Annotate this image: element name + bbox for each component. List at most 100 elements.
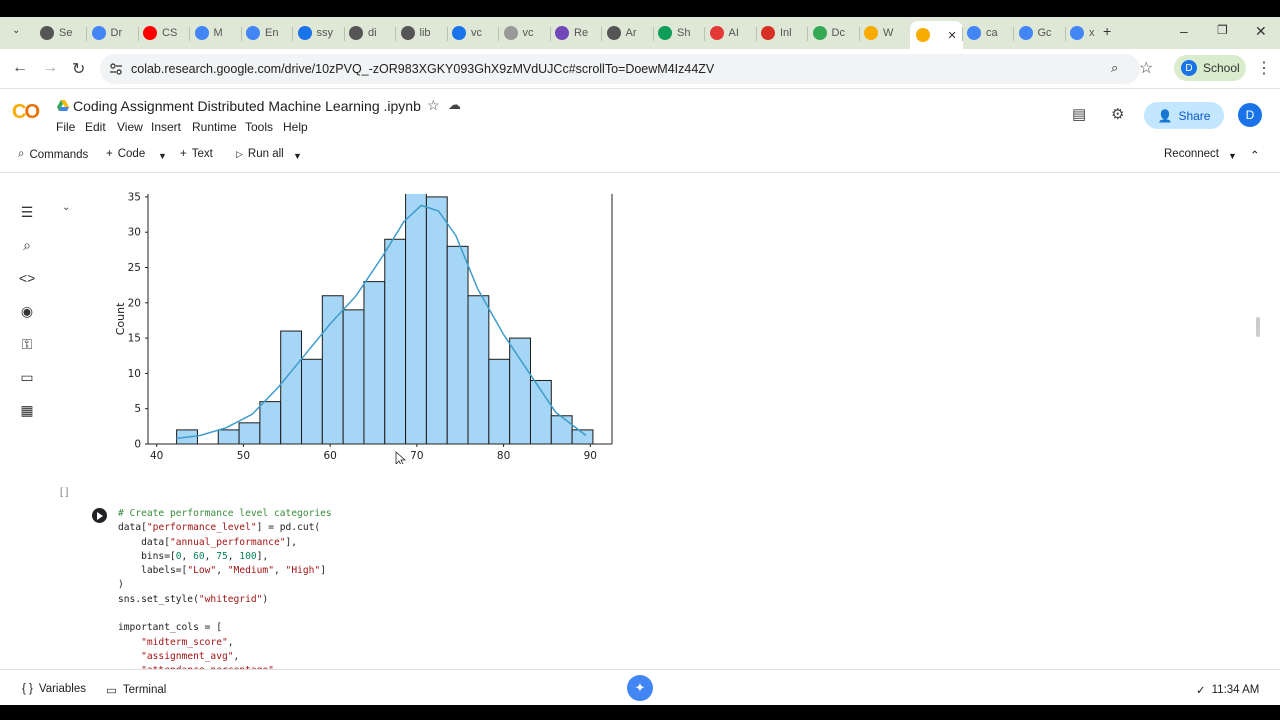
variables-eye-icon[interactable]: ◉ [18, 302, 36, 320]
colab-header: CO Coding Assignment Distributed Machine… [0, 89, 1280, 141]
sparkle-icon: ✦ [634, 680, 646, 695]
tab-label: Ar [625, 27, 637, 39]
browser-tab[interactable]: Inl [761, 23, 792, 43]
data-table-icon[interactable]: ▦ [18, 401, 36, 419]
histogram-bar [217, 429, 240, 445]
menu-edit[interactable]: Edit [85, 120, 106, 134]
browser-tab[interactable]: Re [555, 23, 588, 43]
collapse-toolbar-icon[interactable]: ⌃ [1250, 148, 1260, 162]
address-bar[interactable]: colab.research.google.com/drive/10zPVQ_-… [100, 54, 1140, 84]
left-sidebar: ☰ ⌕ <> ◉ ⚿ ▭ ▦ [0, 174, 52, 669]
user-avatar[interactable]: D [1238, 103, 1262, 127]
menu-runtime[interactable]: Runtime [192, 120, 237, 134]
tab-label: ca [986, 27, 998, 39]
tab-separator [292, 27, 293, 41]
code-editor[interactable]: # Create performance level categories dat… [118, 507, 332, 669]
tab-search-icon[interactable]: ⌄ [12, 25, 20, 36]
star-icon[interactable]: ☆ [427, 97, 440, 114]
forward-icon[interactable]: → [42, 59, 58, 77]
code-token: "Medium" [227, 565, 274, 577]
run-cell-button[interactable] [92, 508, 107, 523]
find-icon[interactable]: ⌕ [18, 236, 36, 254]
histogram-bar [509, 337, 531, 445]
commands-button[interactable]: ⌕ Commands [18, 148, 88, 161]
scrollbar[interactable] [1256, 317, 1260, 337]
terminal-button[interactable]: ▭ Terminal [106, 683, 166, 697]
back-icon[interactable]: ← [12, 59, 28, 77]
code-token: , [227, 636, 234, 648]
browser-menu-icon[interactable]: ⋮ [1256, 58, 1272, 78]
tab-label: lib [419, 27, 431, 39]
menu-insert[interactable]: Insert [151, 120, 181, 134]
browser-tab[interactable]: Se [40, 23, 72, 43]
tab-label: AI [728, 27, 739, 39]
browser-tab[interactable]: ssy [297, 23, 333, 43]
browser-tab[interactable]: ✕ [909, 21, 963, 49]
browser-window: ⌄ Se Dr CS M En ssy di lib vc vc Re Ar Sh AI Inl Dc W ✕ ca… [0, 17, 1280, 705]
text-label: Text [191, 148, 213, 160]
browser-tab[interactable]: Ar [606, 23, 637, 43]
profile-label: School [1203, 61, 1240, 75]
table-of-contents-icon[interactable]: ☰ [18, 203, 36, 221]
reconnect-button[interactable]: Reconnect [1164, 148, 1219, 160]
browser-tab[interactable]: di [349, 23, 377, 43]
gemini-button[interactable]: ✦ [627, 675, 653, 701]
runtime-dropdown-icon[interactable]: ▼ [1228, 151, 1237, 161]
minimize-icon[interactable]: – [1180, 23, 1188, 39]
code-token: bins=[ [118, 550, 176, 562]
browser-tab[interactable]: M [194, 23, 223, 43]
restore-icon[interactable]: ❐ [1217, 23, 1228, 37]
browser-tab[interactable]: Sh [658, 23, 690, 43]
profile-button[interactable]: D School [1174, 55, 1246, 81]
menu-file[interactable]: File [56, 120, 75, 134]
secrets-key-icon[interactable]: ⚿ [18, 335, 36, 353]
runtime-status[interactable]: ✓ 11:34 AM [1196, 683, 1259, 697]
x-tick-label: 60 [323, 450, 336, 462]
files-folder-icon[interactable]: ▭ [18, 368, 36, 386]
comments-icon[interactable]: ▤ [1072, 105, 1086, 123]
add-text-button[interactable]: + Text [180, 148, 213, 160]
tab-label: di [368, 27, 377, 39]
reload-icon[interactable]: ↻ [72, 59, 85, 79]
add-code-button[interactable]: + Code [106, 148, 145, 160]
y-tick-label: 25 [128, 262, 141, 274]
colab-logo[interactable]: CO [12, 101, 40, 124]
run-all-dropdown-icon[interactable]: ▼ [293, 151, 302, 161]
browser-tab[interactable]: lib [400, 23, 431, 43]
browser-tab[interactable]: vc [503, 23, 534, 43]
browser-tab[interactable]: En [246, 23, 278, 43]
x-tick-label: 90 [584, 450, 597, 462]
code-dropdown-icon[interactable]: ▼ [158, 151, 167, 161]
code-token: ], [256, 550, 269, 562]
browser-tab[interactable]: Dr [91, 23, 122, 43]
browser-tab[interactable]: Gc [1018, 23, 1052, 43]
browser-tab[interactable]: AI [709, 23, 739, 43]
browser-tab[interactable]: ca [967, 23, 998, 43]
notebook-title[interactable]: Coding Assignment Distributed Machine Le… [73, 98, 421, 114]
variables-button[interactable]: { } Variables [22, 683, 86, 695]
gmail-icon [761, 26, 775, 40]
share-button[interactable]: 👤 Share [1144, 102, 1224, 129]
menu-view[interactable]: View [117, 120, 143, 134]
browser-tab[interactable]: vc [452, 23, 482, 43]
wave-icon [709, 26, 724, 40]
site-info-icon[interactable] [109, 62, 123, 76]
collapse-output-chevron-icon[interactable]: ⌄ [62, 202, 70, 213]
menu-tools[interactable]: Tools [245, 120, 273, 134]
browser-tab[interactable]: W [864, 23, 893, 43]
histogram-bar [321, 295, 344, 445]
close-tab-icon[interactable]: ✕ [948, 29, 957, 42]
code-snippets-icon[interactable]: <> [18, 269, 36, 287]
menu-help[interactable]: Help [283, 120, 308, 134]
run-all-button[interactable]: ▷ Run all [236, 148, 284, 160]
code-line: important_cols = [ [118, 621, 332, 635]
settings-gear-icon[interactable]: ⚙ [1111, 105, 1124, 123]
bookmark-star-icon[interactable]: ☆ [1139, 58, 1153, 78]
histogram-chart: 05101520253035405060708090annual_perform… [114, 191, 613, 464]
close-window-icon[interactable]: ✕ [1255, 23, 1267, 40]
zoom-icon[interactable]: ⌕ [1111, 60, 1118, 76]
browser-tab[interactable]: x [1070, 23, 1095, 43]
browser-tab[interactable]: Dc [812, 23, 845, 43]
new-tab-icon[interactable]: + [1103, 23, 1111, 39]
browser-tab[interactable]: CS [143, 23, 177, 43]
